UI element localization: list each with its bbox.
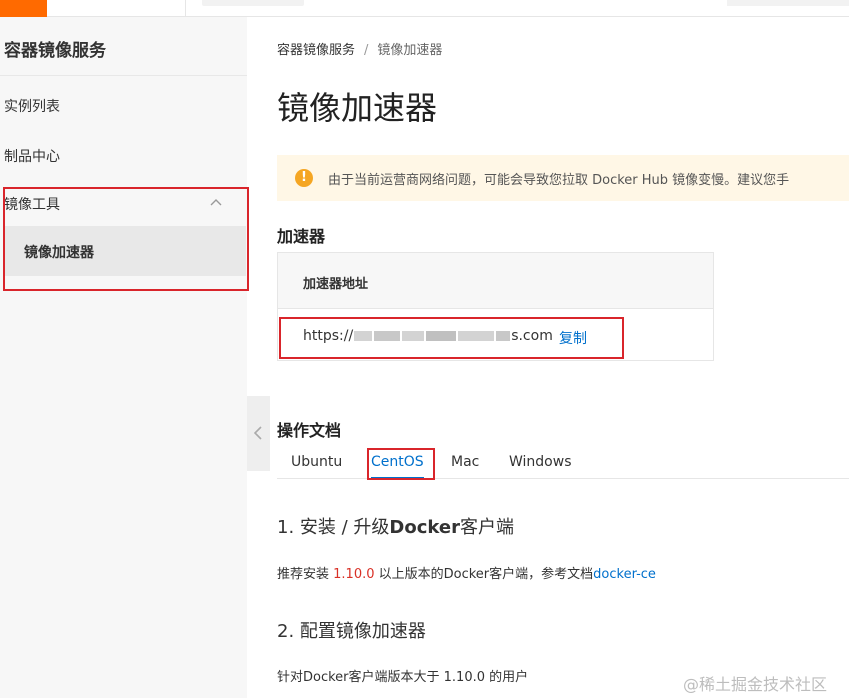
step1-text-pre: 推荐安装 [277, 567, 334, 582]
tab-ubuntu[interactable]: Ubuntu [291, 454, 342, 478]
brand-logo[interactable] [0, 0, 47, 17]
watermark: @稀土掘金技术社区 [683, 675, 828, 694]
sidebar: 容器镜像服务 实例列表 制品中心 镜像工具 镜像加速器 [0, 17, 249, 698]
accelerator-heading: 加速器 [277, 227, 326, 246]
accelerator-table-header: 加速器地址 [278, 253, 713, 309]
sidebar-divider [0, 75, 247, 76]
step1-title-pre: 安装 / 升级 [299, 517, 390, 538]
docker-ce-link[interactable]: docker-ce [593, 567, 656, 582]
step1-text: 推荐安装 1.10.0 以上版本的Docker客户端，参考文档docker-ce [277, 563, 656, 582]
step1-title-bold: Docker [389, 517, 460, 538]
accelerator-address-column-header: 加速器地址 [303, 277, 369, 292]
docs-heading: 操作文档 [277, 421, 342, 440]
step1-title-post: 客户端 [459, 517, 514, 538]
top-search-box[interactable] [202, 0, 304, 6]
breadcrumb-separator: / [364, 43, 369, 58]
top-bar [0, 0, 849, 17]
step2-text: 针对Docker客户端版本大于 1.10.0 的用户 [277, 670, 529, 685]
warning-icon: ! [295, 169, 313, 187]
annotation-red-box-tab [367, 448, 435, 480]
annotation-red-box-url [279, 317, 624, 359]
top-right-area[interactable] [727, 0, 849, 6]
breadcrumb: 容器镜像服务 / 镜像加速器 [277, 39, 442, 58]
notice-banner: ! 由于当前运营商网络问题，可能会导致您拉取 Docker Hub 镜像变慢。建… [277, 155, 849, 201]
sidebar-title: 容器镜像服务 [4, 41, 106, 61]
breadcrumb-current: 镜像加速器 [377, 43, 443, 58]
annotation-red-box-sidebar [3, 187, 249, 291]
notice-text: 由于当前运营商网络问题，可能会导致您拉取 Docker Hub 镜像变慢。建议您… [328, 173, 790, 188]
step1-text-mid: 以上版本的Docker客户端，参考文档 [374, 567, 594, 582]
step1-heading: 1. 安装 / 升级Docker客户端 [277, 513, 514, 539]
sidebar-item-instances[interactable]: 实例列表 [4, 96, 60, 116]
step1-number: 1. [277, 517, 300, 538]
version-number: 1.10.0 [333, 567, 375, 582]
step2-heading: 2. 配置镜像加速器 [277, 621, 426, 642]
tab-mac[interactable]: Mac [451, 454, 479, 478]
breadcrumb-root[interactable]: 容器镜像服务 [277, 43, 355, 58]
main-content: 容器镜像服务 / 镜像加速器 镜像加速器 ! 由于当前运营商网络问题，可能会导致您拉… [247, 17, 849, 698]
top-divider [185, 0, 186, 17]
tab-windows[interactable]: Windows [509, 454, 572, 478]
sidebar-item-artifacts[interactable]: 制品中心 [4, 146, 60, 166]
docs-tabs: Ubuntu CentOS Mac Windows [277, 454, 849, 479]
page-title: 镜像加速器 [277, 89, 438, 127]
